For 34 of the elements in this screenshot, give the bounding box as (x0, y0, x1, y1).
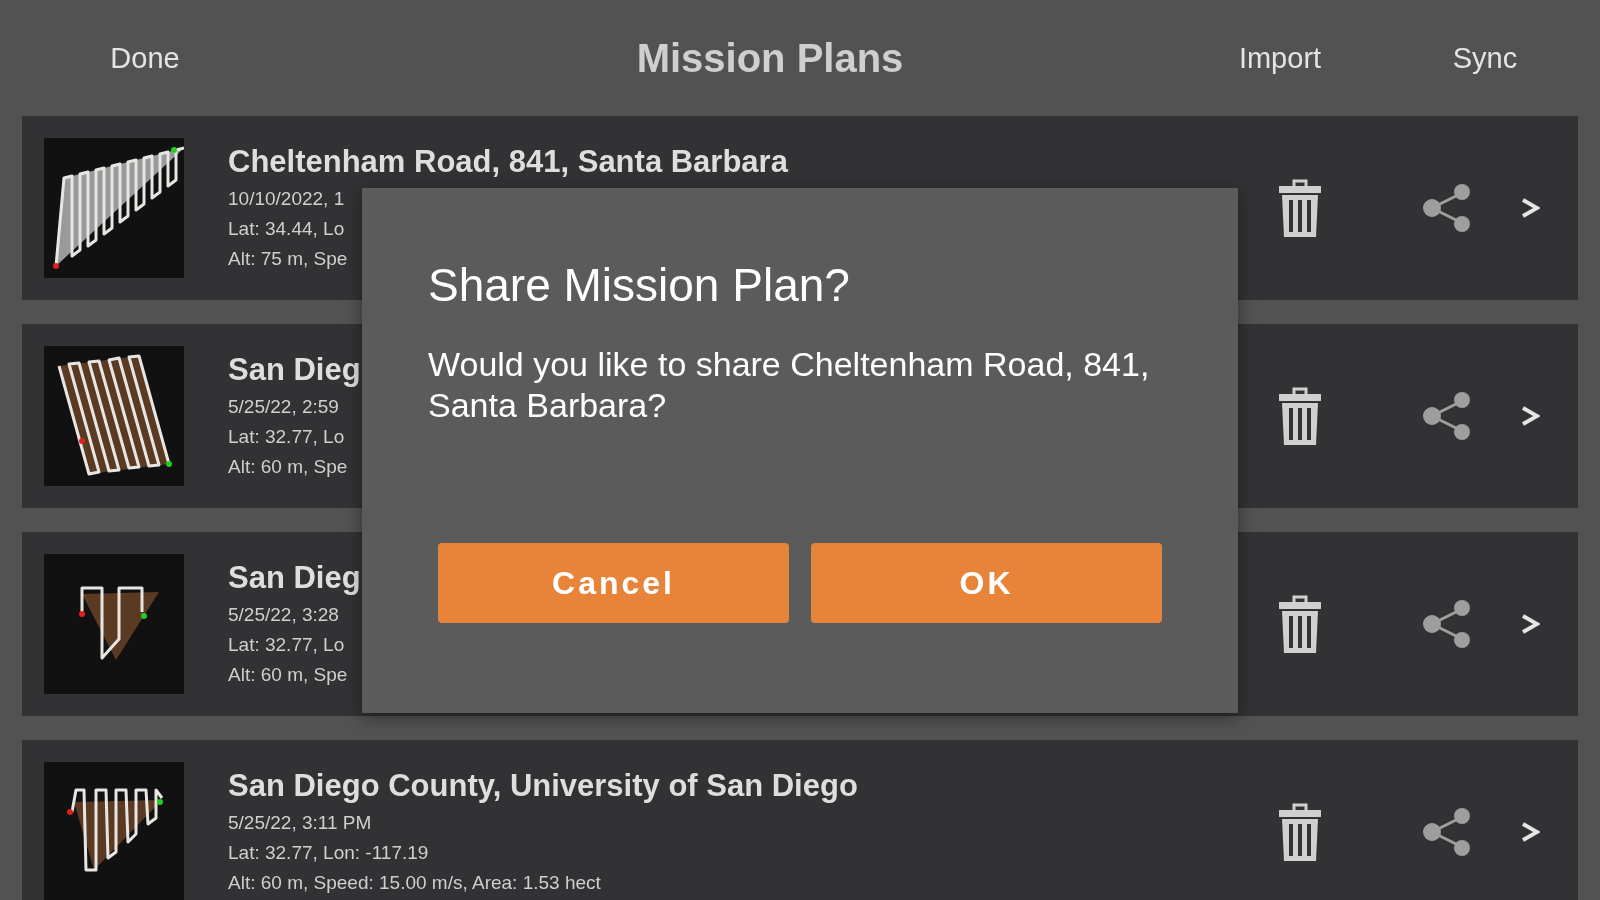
mission-details: Alt: 75 m, Spe (228, 248, 348, 270)
mission-details: Alt: 60 m, Spe (228, 456, 348, 478)
trash-icon[interactable] (1278, 802, 1322, 862)
mission-date: 5/25/22, 3:11 PM (228, 812, 372, 834)
mission-location: Lat: 32.77, Lo (228, 634, 345, 656)
trash-icon[interactable] (1278, 178, 1322, 238)
mission-location: Lat: 34.44, Lo (228, 218, 345, 240)
mission-date: 10/10/2022, 1 (228, 188, 345, 210)
mission-details: Alt: 60 m, Speed: 15.00 m/s, Area: 1.53 hect (228, 872, 601, 894)
import-button[interactable]: Import (1238, 41, 1322, 75)
share-icon[interactable] (1422, 599, 1472, 649)
chevron-icon[interactable] (1520, 197, 1540, 219)
dialog-title: Share Mission Plan? (428, 258, 851, 312)
share-icon[interactable] (1422, 391, 1472, 441)
trash-icon[interactable] (1278, 594, 1322, 654)
chevron-icon[interactable] (1520, 613, 1540, 635)
mission-details: Alt: 60 m, Spe (228, 664, 348, 686)
mission-date: 5/25/22, 2:59 (228, 396, 339, 418)
mission-name: San Diego County, University of San Diego (228, 768, 858, 804)
mission-location: Lat: 32.77, Lon: -117.19 (228, 842, 429, 864)
mission-name: San Dieg (228, 352, 361, 388)
chevron-icon[interactable] (1520, 405, 1540, 427)
screen-title: Mission Plans (635, 35, 905, 81)
mission-name: San Dieg (228, 560, 361, 596)
mission-date: 5/25/22, 3:28 (228, 604, 339, 626)
share-icon[interactable] (1422, 807, 1472, 857)
done-button[interactable]: Done (110, 41, 180, 75)
dialog-message: Would you like to share Cheltenham Road, 841, Santa Barbara? (428, 344, 1151, 426)
chevron-icon[interactable] (1520, 821, 1540, 843)
mission-name: Cheltenham Road, 841, Santa Barbara (228, 144, 788, 180)
share-icon[interactable] (1422, 183, 1472, 233)
trash-icon[interactable] (1278, 386, 1322, 446)
mission-location: Lat: 32.77, Lo (228, 426, 345, 448)
sync-button[interactable]: Sync (1452, 41, 1518, 75)
